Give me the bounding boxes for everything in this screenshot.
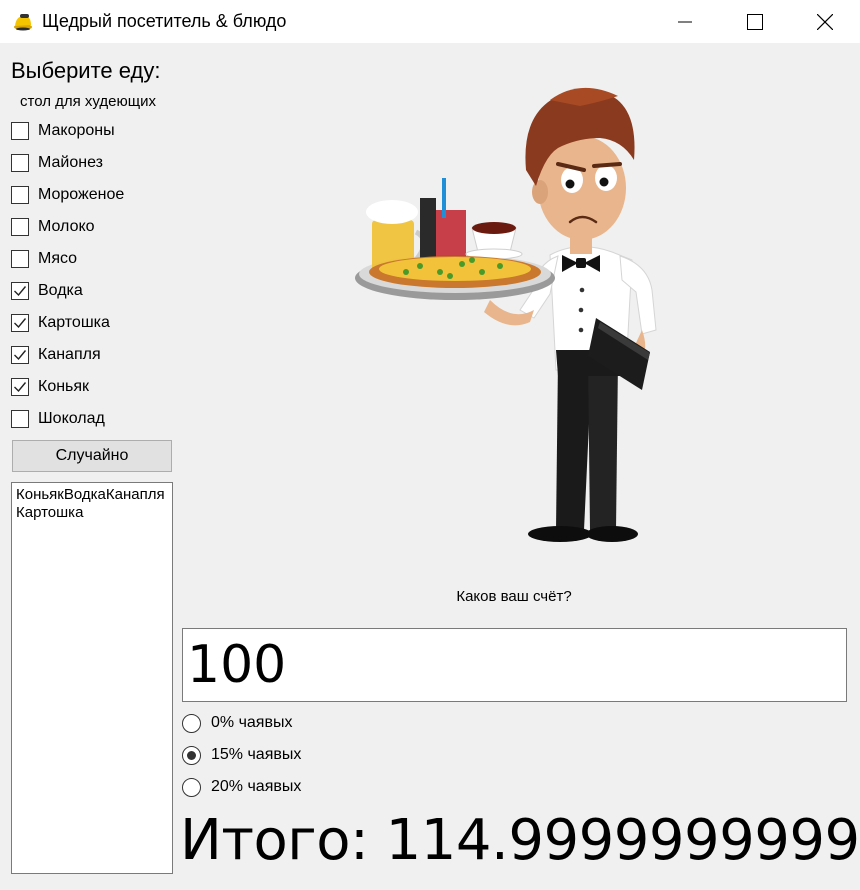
bill-question: Каков ваш счёт? [456,588,572,605]
checkbox-label: Картошка [38,314,110,331]
checkbox-box[interactable] [11,122,29,140]
food-checkbox-kartoshka[interactable]: Картошка [11,311,110,335]
radio-circle[interactable] [182,745,201,765]
checkbox-label: Водка [38,282,83,299]
title-bar: Щедрый посетитель & блюдо [0,0,860,43]
radio-selected-dot [187,750,196,760]
checkbox-label: Молоко [38,218,95,235]
tip-radio-0[interactable]: 0% чаявых [182,711,292,735]
checkbox-box[interactable] [11,186,29,204]
checkmark-icon [14,382,27,393]
random-button[interactable]: Случайно [12,440,172,472]
checkbox-box[interactable] [11,378,29,396]
window-title: Щедрый посетитель & блюдо [42,11,287,31]
bill-input[interactable]: 100 [182,628,847,702]
checkbox-label: Коньяк [38,378,90,395]
checkbox-label: Макороны [38,122,115,139]
checkmark-icon [14,286,27,297]
checkbox-box[interactable] [11,346,29,364]
maximize-icon [747,13,763,30]
radio-label: 20% чаявых [211,778,302,795]
food-checkbox-makarony[interactable]: Макороны [11,119,115,143]
checkbox-label: Мороженое [38,186,125,203]
checkbox-box[interactable] [11,218,29,236]
checkbox-box[interactable] [11,314,29,332]
food-heading: Выберите еду: [11,58,161,83]
checkmark-icon [14,318,27,329]
close-icon [817,13,833,30]
radio-circle[interactable] [182,713,201,733]
tip-radio-15[interactable]: 15% чаявых [182,743,301,767]
maximize-button[interactable] [720,0,790,43]
minimize-icon [678,21,692,22]
tip-radio-20[interactable]: 20% чаявых [182,775,301,799]
food-checkbox-myaso[interactable]: Мясо [11,247,77,271]
food-checkbox-moloko[interactable]: Молоко [11,215,95,239]
food-group-label: стол для худеющих [20,93,156,110]
food-checkbox-morozhenoe[interactable]: Мороженое [11,183,124,207]
checkbox-box[interactable] [11,410,29,428]
food-checkbox-shokolad[interactable]: Шоколад [11,407,105,431]
checkbox-box[interactable] [11,154,29,172]
radio-label: 0% чаявых [211,714,293,731]
checkmark-icon [14,350,27,361]
food-checkbox-kanaplya[interactable]: Канапля [11,343,101,367]
waiter-illustration [355,87,657,542]
waiter-hat-icon [14,14,32,31]
radio-circle[interactable] [182,777,201,797]
checkbox-box[interactable] [11,250,29,268]
checkbox-box[interactable] [11,282,29,300]
food-checkbox-mayonez[interactable]: Майонез [11,151,103,175]
food-checkbox-konyak[interactable]: Коньяк [11,375,89,399]
food-checkbox-vodka[interactable]: Водка [11,279,83,303]
checkbox-label: Канапля [38,346,101,363]
checkbox-label: Майонез [38,154,103,171]
minimize-button[interactable] [650,0,720,43]
order-list[interactable]: КоньякВодкаКанапляКартошка [11,482,173,874]
total-label: Итого: 114.99999999999 [180,808,860,873]
radio-label: 15% чаявых [211,746,302,763]
checkbox-label: Шоколад [38,410,105,427]
close-button[interactable] [790,0,860,43]
checkbox-label: Мясо [38,250,78,267]
